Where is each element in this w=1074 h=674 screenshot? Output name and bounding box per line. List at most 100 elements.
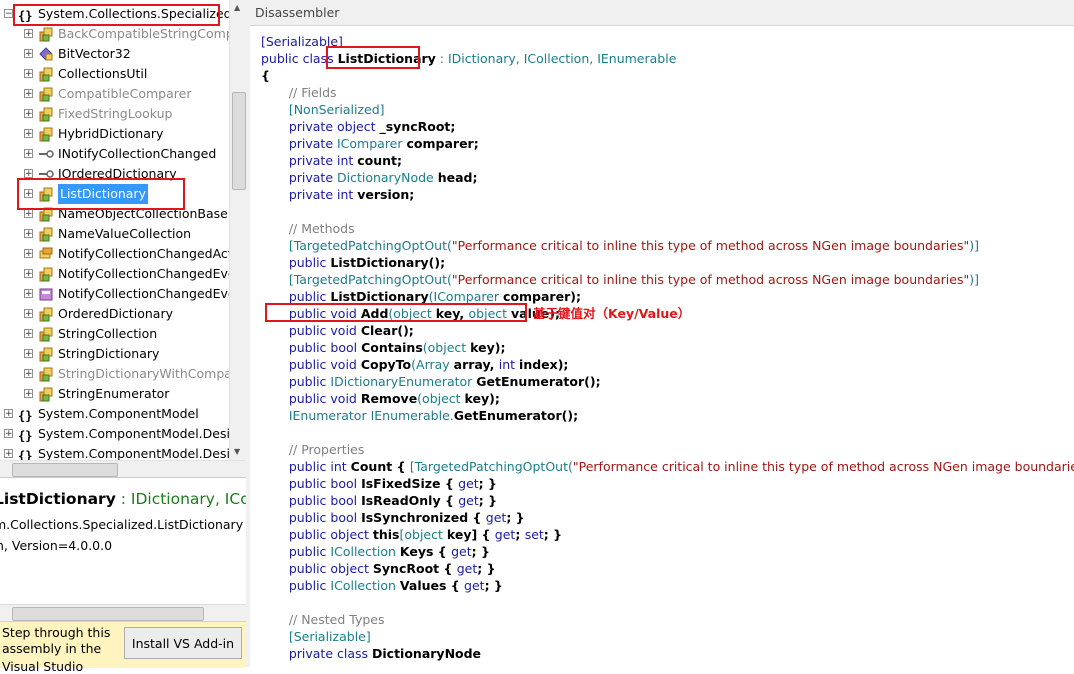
expand-icon[interactable]: + bbox=[24, 69, 33, 79]
type-name: ListDictionary bbox=[0, 490, 116, 508]
expand-icon[interactable]: + bbox=[4, 429, 13, 439]
tree-item[interactable]: + HybridDictionary bbox=[0, 124, 230, 144]
tree-item[interactable]: + BackCompatibleStringCompa bbox=[0, 24, 241, 44]
code-line: public bool IsReadOnly { get; } bbox=[261, 493, 498, 508]
class-browser-tree[interactable]: −{} System.Collections.Specialized + BackCo… bbox=[0, 0, 246, 460]
expand-icon[interactable]: + bbox=[24, 369, 33, 379]
expand-icon[interactable]: + bbox=[24, 89, 33, 99]
scroll-up-icon[interactable]: ▲ bbox=[234, 3, 240, 12]
code-line: public bool IsSynchronized { get; } bbox=[261, 510, 525, 525]
addin-text: Step through this assembly in the Visual … bbox=[2, 625, 111, 674]
type-signature: ListDictionary : IDictionary, ICollec bbox=[0, 490, 246, 508]
tree-item[interactable]: + NameValueCollection bbox=[0, 224, 230, 244]
tree-item[interactable]: + NotifyCollectionChangedEven bbox=[0, 264, 243, 284]
tree-item-label: HybridDictionary bbox=[58, 126, 164, 141]
tree-item[interactable]: + BitVector32 bbox=[0, 44, 230, 64]
tree-item-label: System.ComponentModel.Desigr bbox=[38, 426, 244, 441]
install-vs-addin-button[interactable]: Install VS Add-in bbox=[124, 627, 242, 659]
expand-icon[interactable]: + bbox=[24, 389, 33, 399]
info-horizontal-scrollbar[interactable] bbox=[0, 604, 246, 622]
expand-icon[interactable]: + bbox=[4, 409, 13, 419]
tree-item[interactable]: + StringEnumerator bbox=[0, 384, 230, 404]
tree-item-label: BitVector32 bbox=[58, 46, 131, 61]
highlight-class-name bbox=[326, 46, 420, 69]
code-line: // Methods bbox=[261, 221, 355, 236]
tree-item-label: FixedStringLookup bbox=[58, 106, 173, 121]
tree-item-label: CollectionsUtil bbox=[58, 66, 148, 81]
code-line: public bool Contains(object key); bbox=[261, 340, 506, 355]
expand-icon[interactable]: + bbox=[24, 129, 33, 139]
highlight-listdictionary-node bbox=[17, 178, 185, 210]
code-line: public object this[object key] { get; se… bbox=[261, 527, 563, 542]
collapse-icon[interactable]: − bbox=[4, 9, 13, 19]
code-line: public ICollection Keys { get; } bbox=[261, 544, 490, 559]
code-line: { bbox=[261, 68, 270, 83]
class-icon bbox=[38, 26, 54, 42]
tree-item[interactable]: + {} System.ComponentModel.Desigr bbox=[0, 424, 243, 444]
expand-icon[interactable]: + bbox=[4, 449, 13, 459]
tree-item[interactable]: + {} System.ComponentModel bbox=[0, 404, 230, 424]
code-line: public ListDictionary(); bbox=[261, 255, 446, 270]
class-icon bbox=[38, 346, 54, 362]
expand-icon[interactable]: + bbox=[24, 289, 33, 299]
expand-icon[interactable]: + bbox=[24, 309, 33, 319]
highlight-namespace bbox=[13, 4, 220, 26]
tree-item[interactable]: + StringDictionary bbox=[0, 344, 230, 364]
expand-icon[interactable]: + bbox=[24, 169, 33, 179]
namespace-icon: {} bbox=[18, 409, 33, 423]
type-full-name: m.Collections.Specialized.ListDictionary bbox=[0, 517, 244, 532]
expand-icon[interactable]: + bbox=[24, 249, 33, 259]
code-line: public ICollection Values { get; } bbox=[261, 578, 503, 593]
code-line: [TargetedPatchingOptOut("Performance cri… bbox=[261, 272, 979, 287]
tree-item[interactable]: + CollectionsUtil bbox=[0, 64, 230, 84]
tree-hscroll-thumb[interactable] bbox=[12, 463, 118, 477]
tree-horizontal-scrollbar[interactable] bbox=[0, 460, 246, 478]
expand-icon[interactable]: + bbox=[24, 349, 33, 359]
code-line: private int version; bbox=[261, 187, 415, 202]
addin-banner: Step through this assembly in the Visual … bbox=[0, 621, 246, 674]
expand-icon[interactable]: + bbox=[24, 109, 33, 119]
tree-item[interactable]: + FixedStringLookup bbox=[0, 104, 230, 124]
class-icon bbox=[38, 126, 54, 142]
tree-item[interactable]: + CompatibleComparer bbox=[0, 84, 230, 104]
expand-icon[interactable]: + bbox=[24, 329, 33, 339]
tree-item[interactable]: + NotifyCollectionChangedActic bbox=[0, 244, 243, 264]
tree-item[interactable]: + {} System.ComponentModel.Desigr bbox=[0, 444, 243, 460]
delegate-icon bbox=[38, 286, 54, 302]
tree-scroll-thumb[interactable] bbox=[232, 92, 246, 190]
expand-icon[interactable]: + bbox=[24, 269, 33, 279]
tree-item-label: INotifyCollectionChanged bbox=[58, 146, 217, 161]
code-line: // Fields bbox=[261, 85, 337, 100]
tree-item[interactable]: + OrderedDictionary bbox=[0, 304, 230, 324]
expand-icon[interactable]: + bbox=[24, 209, 33, 219]
tree-vertical-scrollbar[interactable]: ▲ ▼ bbox=[229, 0, 247, 460]
expand-icon[interactable]: + bbox=[24, 229, 33, 239]
tree-item[interactable]: + INotifyCollectionChanged bbox=[0, 144, 230, 164]
tree-item-label: StringCollection bbox=[58, 326, 158, 341]
expand-icon[interactable]: + bbox=[24, 149, 33, 159]
annotation-note: 基于键值对（Key/Value） bbox=[533, 306, 691, 321]
class-icon bbox=[38, 226, 54, 242]
info-hscroll-thumb[interactable] bbox=[12, 607, 204, 621]
tree-item[interactable]: + StringCollection bbox=[0, 324, 230, 344]
scroll-down-icon[interactable]: ▼ bbox=[234, 447, 240, 456]
tree-item-label: StringDictionary bbox=[58, 346, 160, 361]
expand-icon[interactable]: + bbox=[24, 29, 33, 39]
code-line: public int Count { [TargetedPatchingOptO… bbox=[261, 459, 1074, 474]
disassembler-code[interactable]: [Serializable] public class ListDictionar… bbox=[250, 26, 1074, 667]
class-icon bbox=[38, 366, 54, 382]
interface-icon bbox=[38, 146, 54, 162]
code-line: // Nested Types bbox=[261, 612, 385, 627]
tree-item[interactable]: + NotifyCollectionChangedEven bbox=[0, 284, 243, 304]
code-line: private class DictionaryNode bbox=[261, 646, 482, 661]
type-interfaces: : IDictionary, ICollec bbox=[120, 490, 246, 508]
code-line: private object _syncRoot; bbox=[261, 119, 456, 134]
tree-item-label: BackCompatibleStringCompa bbox=[58, 26, 242, 41]
class-icon bbox=[38, 306, 54, 322]
type-info-panel: ListDictionary : IDictionary, ICollec m.… bbox=[0, 477, 246, 608]
class-icon bbox=[38, 326, 54, 342]
tree-item[interactable]: + StringDictionaryWithCompare bbox=[0, 364, 245, 384]
code-line: public class ListDictionary : IDictionar… bbox=[261, 51, 677, 66]
code-line: public void Remove(object key); bbox=[261, 391, 500, 406]
expand-icon[interactable]: + bbox=[24, 49, 33, 59]
